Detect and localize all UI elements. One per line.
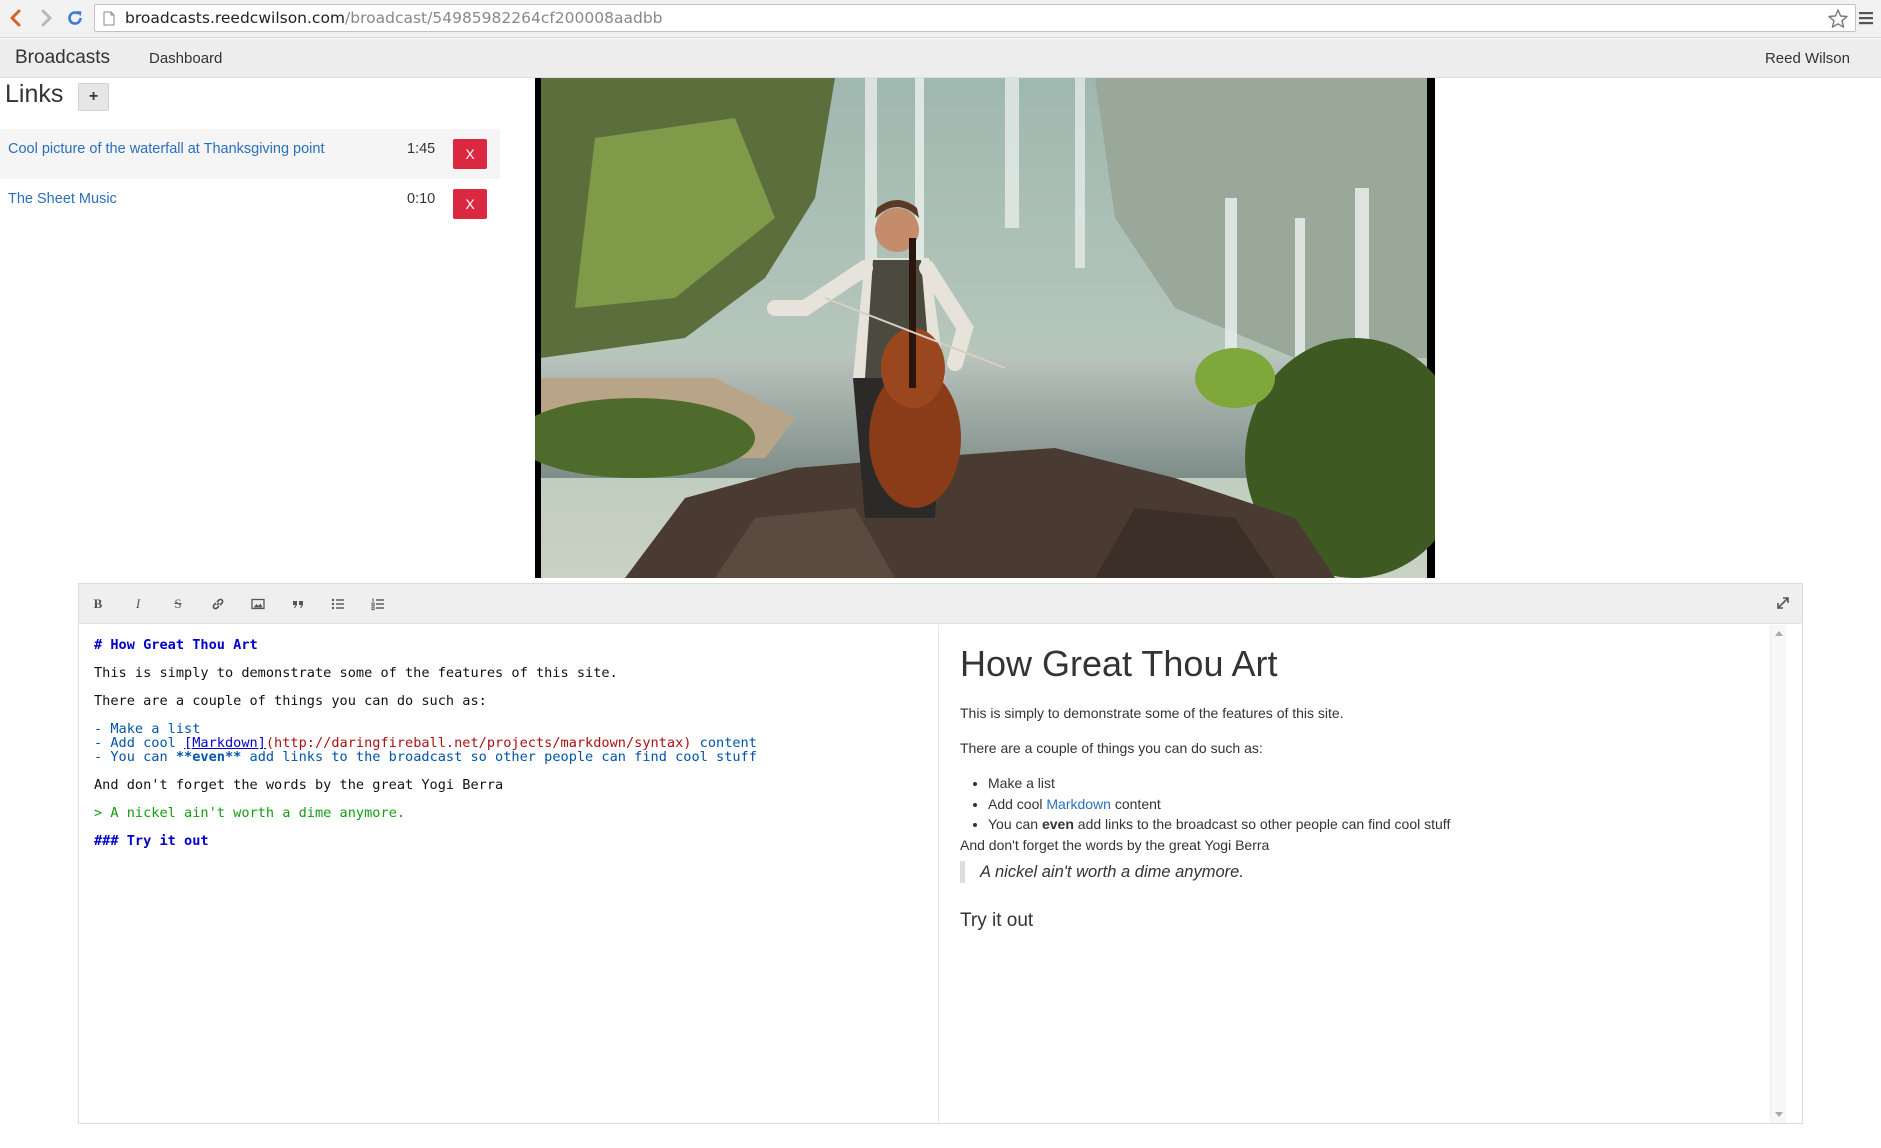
brand-link[interactable]: Broadcasts [15, 47, 110, 69]
link-row: The Sheet Music 0:10 X [0, 179, 500, 229]
back-arrow-icon [10, 9, 21, 27]
preview-subheading: Try it out [960, 910, 1034, 931]
bookmark-star-icon[interactable] [1827, 8, 1849, 30]
preview-text: You can [988, 816, 1042, 832]
numbered-list-icon [371, 598, 384, 611]
source-text: add links to the broadcast so other peop… [241, 749, 757, 765]
preview-blockquote: A nickel ain't worth a dime anymore. [960, 861, 1244, 883]
link-title[interactable]: Cool picture of the waterfall at Thanksg… [8, 141, 325, 157]
url-host: broadcasts.reedcwilson.com [125, 9, 346, 27]
source-strong: **even** [175, 749, 242, 765]
page-icon [103, 10, 117, 26]
source-line-h1: # How Great Thou Art [94, 637, 258, 653]
links-heading: Links [5, 80, 64, 108]
markdown-source-pane[interactable]: # How Great Thou Art This is simply to d… [79, 625, 939, 1123]
address-bar[interactable]: broadcasts.reedcwilson.com/broadcast/549… [94, 4, 1856, 32]
image-icon [251, 598, 265, 610]
bold-button[interactable]: B [87, 594, 109, 614]
reload-button[interactable] [63, 6, 87, 30]
markdown-preview-pane: How Great Thou Art This is simply to dem… [940, 625, 1786, 1123]
video-player[interactable] [535, 78, 1435, 578]
forward-arrow-icon [41, 9, 52, 27]
link-row: Cool picture of the waterfall at Thanksg… [0, 129, 500, 179]
dashboard-link[interactable]: Dashboard [149, 50, 222, 67]
numbered-list-button[interactable] [367, 594, 389, 614]
link-icon [212, 598, 224, 610]
italic-button[interactable]: I [127, 594, 149, 614]
browser-menu-icon[interactable] [1858, 10, 1874, 26]
preview-list-item: Make a list [988, 773, 1450, 794]
bullet-list-button[interactable] [327, 594, 349, 614]
delete-link-button[interactable]: X [453, 189, 487, 219]
quote-icon [293, 601, 303, 608]
source-line: There are a couple of things you can do … [94, 693, 487, 709]
markdown-link[interactable]: Markdown [1046, 796, 1111, 812]
url-text: broadcasts.reedcwilson.com/broadcast/549… [125, 9, 663, 27]
image-button[interactable] [247, 594, 269, 614]
editor-toolbar: B I S [79, 584, 1802, 624]
preview-heading: How Great Thou Art [960, 643, 1278, 684]
preview-text: add links to the broadcast so other peop… [1073, 816, 1451, 832]
source-line-quote: > A nickel ain't worth a dime anymore. [94, 805, 405, 821]
browser-toolbar: broadcasts.reedcwilson.com/broadcast/549… [0, 0, 1881, 38]
delete-link-button[interactable]: X [453, 139, 487, 169]
preview-scrollbar[interactable] [1770, 625, 1786, 1123]
back-button[interactable] [4, 6, 28, 30]
link-timestamp: 1:45 [407, 141, 436, 157]
bullet-list-icon [331, 598, 344, 610]
preview-list-item: You can even add links to the broadcast … [988, 814, 1450, 835]
preview-text: Add cool [988, 795, 1047, 812]
reload-icon [68, 11, 82, 25]
quote-button[interactable] [287, 594, 309, 614]
markdown-editor: B I S # How Great Thou Art This is simpl… [78, 583, 1803, 1124]
source-line-list: - You can **even** add links to the broa… [94, 749, 757, 765]
preview-paragraph: This is simply to demonstrate some of th… [960, 705, 1344, 721]
link-title[interactable]: The Sheet Music [8, 191, 117, 207]
fullscreen-icon[interactable] [1774, 594, 1792, 612]
add-link-button[interactable]: + [78, 83, 109, 111]
preview-paragraph: And don't forget the words by the great … [960, 837, 1270, 853]
forward-button[interactable] [34, 6, 58, 30]
link-button[interactable] [207, 594, 229, 614]
link-timestamp: 0:10 [407, 191, 436, 207]
scroll-up-arrow-icon[interactable] [1775, 631, 1783, 636]
source-text: - You can [94, 749, 176, 765]
url-path: /broadcast/54985982264cf200008aadbb [345, 9, 663, 27]
user-menu-link[interactable]: Reed Wilson [1765, 50, 1850, 67]
source-line: And don't forget the words by the great … [94, 777, 504, 793]
strikethrough-button[interactable]: S [167, 594, 189, 614]
source-line-h3: ### Try it out [94, 833, 209, 849]
video-frame [535, 78, 1435, 578]
preview-text: content [1110, 795, 1161, 812]
preview-strong: even [1041, 816, 1074, 832]
preview-paragraph: There are a couple of things you can do … [960, 740, 1263, 756]
source-line: This is simply to demonstrate some of th… [94, 665, 618, 681]
scroll-down-arrow-icon[interactable] [1775, 1112, 1783, 1117]
preview-list-item: Add cool Markdown content [988, 794, 1450, 815]
app-navbar: Broadcasts Dashboard Reed Wilson [0, 39, 1881, 78]
preview-list: Make a list Add cool Markdown content Yo… [988, 773, 1450, 835]
